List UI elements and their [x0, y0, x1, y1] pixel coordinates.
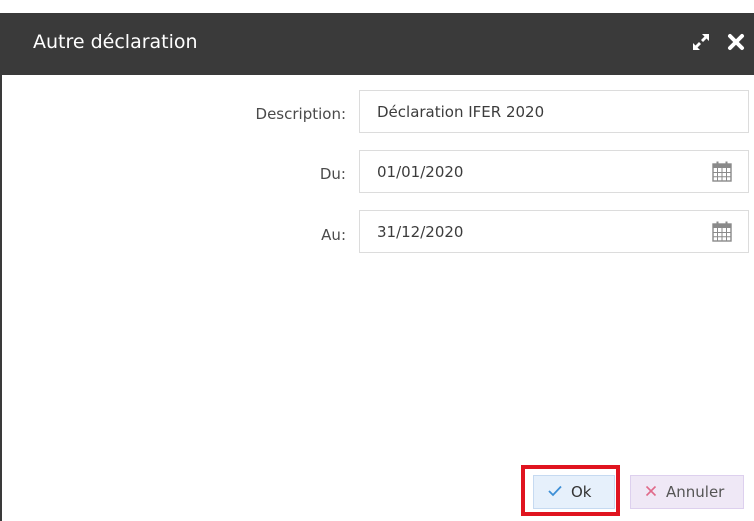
x-icon — [645, 483, 657, 501]
description-field — [359, 90, 749, 133]
dialog-titlebar: Autre déclaration — [2, 13, 754, 75]
au-label: Au: — [321, 226, 346, 244]
description-input[interactable] — [360, 91, 748, 132]
calendar-icon[interactable] — [712, 221, 732, 242]
dialog-window: Autre déclaration Description: Du: — [0, 13, 754, 521]
dialog-title: Autre déclaration — [33, 31, 198, 53]
du-date-input[interactable] — [360, 151, 690, 192]
au-field — [359, 210, 749, 253]
cancel-button[interactable]: Annuler — [630, 475, 744, 509]
description-label: Description: — [255, 105, 346, 123]
expand-arrows-icon[interactable] — [691, 32, 713, 54]
cancel-button-label: Annuler — [666, 483, 725, 501]
du-field — [359, 150, 749, 193]
ok-button-highlight — [521, 465, 620, 516]
au-date-input[interactable] — [360, 211, 690, 252]
du-label: Du: — [319, 165, 346, 183]
close-x-icon[interactable] — [726, 32, 748, 54]
calendar-icon[interactable] — [712, 161, 732, 182]
